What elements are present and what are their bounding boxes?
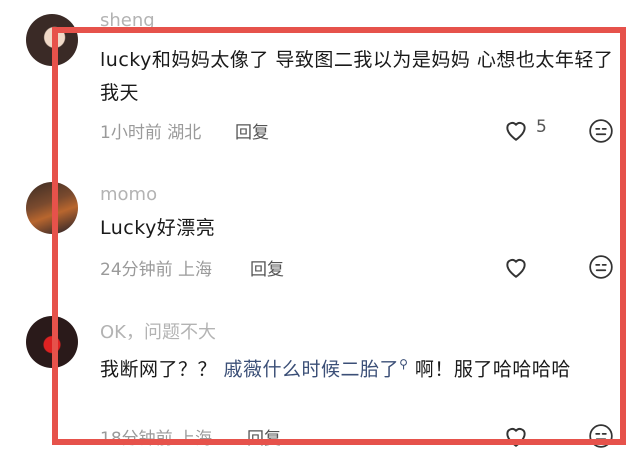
heart-icon[interactable] [503,423,529,449]
comment-text-before: 我断网了？？ [100,358,224,381]
search-icon[interactable]: ⚲ [399,357,408,371]
avatar[interactable] [26,316,78,368]
mention-link[interactable]: 戚薇什么时候二胎了 [224,358,400,380]
comment-text-after: 啊！服了哈哈哈哈 [408,358,571,381]
comment-3: OK，问题不大 我断网了？？ 戚薇什么时候二胎了⚲ 啊！服了哈哈哈哈 18分钟前… [0,0,640,450]
username[interactable]: OK，问题不大 [100,318,216,344]
comment-meta: 18分钟前 上海 回复 [100,424,281,449]
face-icon[interactable] [588,423,614,449]
time-location: 18分钟前 上海 [100,429,213,449]
reply-button[interactable]: 回复 [247,424,281,449]
comment-text: 我断网了？？ 戚薇什么时候二胎了⚲ 啊！服了哈哈哈哈 [100,348,620,386]
